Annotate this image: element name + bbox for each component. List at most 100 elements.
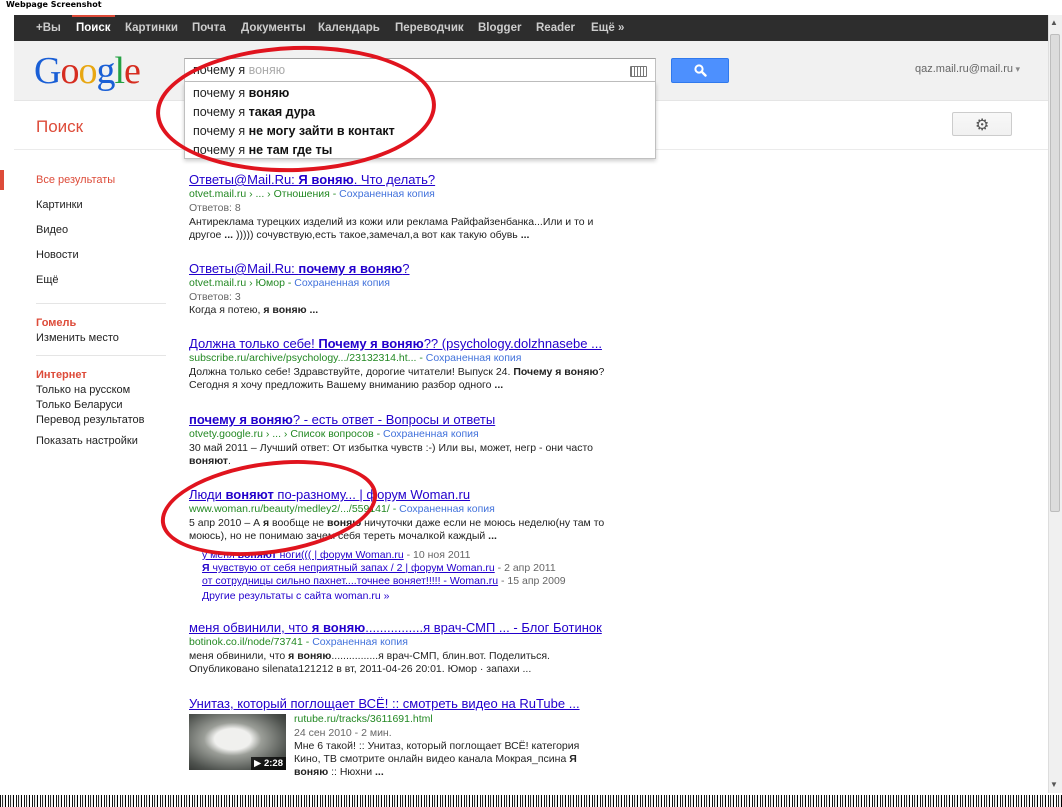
video-thumbnail[interactable]: ▶ 2:28 bbox=[189, 714, 286, 770]
result-title-bold: воняют bbox=[225, 487, 274, 502]
suggestion-item[interactable]: почему я такая дура bbox=[193, 105, 315, 119]
result-snippet: Антиреклама турецких изделий из кожи или… bbox=[189, 216, 609, 242]
result-title-bold: Я воняю bbox=[298, 172, 354, 187]
autocomplete-dropdown: почему я воняю почему я такая дура почем… bbox=[184, 82, 656, 159]
result-title-part: ? bbox=[402, 261, 410, 276]
sitelink-date: - 10 ноя 2011 bbox=[403, 549, 471, 561]
sitelink-part: ноги((( | форум Woman.ru bbox=[276, 549, 404, 561]
result-url-text: otvety.google.ru › ... › Список вопросов bbox=[189, 428, 374, 440]
cached-copy-link[interactable]: Сохраненная копия bbox=[294, 277, 390, 289]
topnav-calendar[interactable]: Календарь bbox=[318, 15, 380, 41]
topnav-blogger[interactable]: Blogger bbox=[478, 15, 521, 41]
location-heading: Гомель bbox=[36, 317, 77, 329]
result-url-text: botinok.co.il/node/73741 bbox=[189, 636, 303, 648]
sitelink[interactable]: Я чувствую от себя неприятный запах / 2 … bbox=[202, 562, 495, 574]
result-url: otvety.google.ru › ... › Список вопросов… bbox=[189, 428, 479, 440]
suggestion-completion: не там где ты bbox=[248, 143, 333, 157]
sitelink-part: у меня bbox=[202, 549, 238, 561]
result-title-link[interactable]: Ответы@Mail.Ru: Я воняю. Что делать? bbox=[189, 172, 435, 187]
show-settings-link[interactable]: Показать настройки bbox=[36, 435, 138, 447]
snippet-part: Когда я потею, bbox=[189, 304, 264, 316]
result-snippet: меня обвинили, что я воняю..............… bbox=[189, 650, 619, 676]
snippet-part: меня обвинили, что bbox=[189, 650, 289, 662]
cached-copy-link[interactable]: Сохраненная копия bbox=[339, 188, 435, 200]
search-query-hint: воняю bbox=[248, 63, 286, 77]
result-title-link[interactable]: Ответы@Mail.Ru: почему я воняю? bbox=[189, 261, 410, 276]
result-title-link[interactable]: почему я воняю? - есть ответ - Вопросы и… bbox=[189, 412, 495, 427]
result-snippet: Должна только себе! Здравствуйте, дороги… bbox=[189, 366, 609, 392]
nav-divider bbox=[36, 303, 166, 304]
cached-copy-link[interactable]: Сохраненная копия bbox=[383, 428, 479, 440]
topnav-images[interactable]: Картинки bbox=[125, 15, 178, 41]
sitelink[interactable]: от сотрудницы сильно пахнет....точнее во… bbox=[202, 575, 498, 587]
suggestion-prefix: почему я bbox=[193, 143, 249, 157]
result-title-part: ?? (psychology.dolzhnasebe ... bbox=[423, 336, 602, 351]
result-title-link[interactable]: Унитаз, который поглощает ВСЁ! :: смотре… bbox=[189, 696, 580, 711]
cached-copy-link[interactable]: Сохраненная копия bbox=[399, 503, 495, 515]
search-input[interactable]: почему я воняю bbox=[184, 58, 656, 82]
filter-belarus-only[interactable]: Только Беларуси bbox=[36, 399, 123, 411]
suggestion-item[interactable]: почему я воняю bbox=[193, 86, 289, 100]
sitelink[interactable]: у меня воняют ноги((( | форум Woman.ru bbox=[202, 549, 404, 561]
scroll-up-arrow-icon[interactable]: ▲ bbox=[1050, 18, 1058, 27]
result-title-bold: почему я воняю bbox=[189, 412, 293, 427]
settings-button[interactable]: ⚙ bbox=[952, 112, 1012, 136]
search-query-text: почему я воняю bbox=[193, 63, 285, 77]
filter-heading[interactable]: Интернет bbox=[36, 369, 87, 381]
nav-video[interactable]: Видео bbox=[36, 224, 68, 236]
top-nav-bar: +Вы Поиск Картинки Почта Документы Кален… bbox=[14, 15, 1048, 41]
topnav-more[interactable]: Ещё » bbox=[591, 15, 624, 41]
nav-all-results[interactable]: Все результаты bbox=[36, 174, 115, 186]
result-title-link[interactable]: меня обвинили, что я воняю..............… bbox=[189, 620, 602, 635]
suggestion-prefix: почему я bbox=[193, 86, 249, 100]
filter-russian-only[interactable]: Только на русском bbox=[36, 384, 130, 396]
scroll-down-arrow-icon[interactable]: ▼ bbox=[1050, 780, 1058, 789]
result-meta: 24 сен 2010 - 2 мин. bbox=[294, 727, 392, 739]
more-from-site-item: Другие результаты с сайта woman.ru » bbox=[202, 590, 389, 602]
topnav-plus-you[interactable]: +Вы bbox=[36, 15, 61, 41]
cached-copy-link[interactable]: Сохраненная копия bbox=[426, 352, 522, 364]
suggestion-item[interactable]: почему я не могу зайти в контакт bbox=[193, 124, 395, 138]
snippet-part: вообще не bbox=[269, 517, 328, 529]
filter-translated[interactable]: Перевод результатов bbox=[36, 414, 144, 426]
nav-images[interactable]: Картинки bbox=[36, 199, 83, 211]
result-url: rutube.ru/tracks/3611691.html bbox=[294, 713, 433, 725]
result-title-part: Люди bbox=[189, 487, 226, 502]
result-url: www.woman.ru/beauty/medley2/.../559141/ … bbox=[189, 503, 495, 515]
topnav-reader[interactable]: Reader bbox=[536, 15, 575, 41]
result-title-part: ? - есть ответ - Вопросы и ответы bbox=[292, 412, 496, 427]
snippet-part: Опубликовано silenata121212 в вт, 2011-0… bbox=[189, 663, 532, 675]
result-url: subscribe.ru/archive/psychology.../23132… bbox=[189, 352, 522, 364]
topnav-documents[interactable]: Документы bbox=[241, 15, 306, 41]
scrollbar-thumb[interactable] bbox=[1050, 34, 1060, 512]
more-from-site-link[interactable]: Другие результаты с сайта woman.ru » bbox=[202, 590, 389, 602]
sitelink-item: Я чувствую от себя неприятный запах / 2 … bbox=[202, 562, 556, 574]
topnav-translate[interactable]: Переводчик bbox=[395, 15, 464, 41]
result-url-text: otvet.mail.ru › Юмор bbox=[189, 277, 285, 289]
topnav-mail[interactable]: Почта bbox=[192, 15, 226, 41]
sitelink-date: - 2 апр 2011 bbox=[494, 562, 556, 574]
snippet-bold: Почему я воняю bbox=[513, 366, 599, 378]
cached-copy-link[interactable]: Сохраненная копия bbox=[312, 636, 408, 648]
sitelink-date: - 15 апр 2009 bbox=[498, 575, 566, 587]
account-menu[interactable]: qaz.mail.ru@mail.ru bbox=[915, 63, 1020, 75]
keyboard-icon[interactable] bbox=[630, 66, 647, 77]
snippet-bold: ... bbox=[375, 766, 384, 778]
result-title-link[interactable]: Люди воняют по-разному... | форум Woman.… bbox=[189, 487, 470, 502]
change-location-link[interactable]: Изменить место bbox=[36, 332, 119, 344]
result-title-part: Должна только себе! bbox=[189, 336, 319, 351]
snippet-bold: воняют bbox=[189, 455, 229, 467]
nav-more[interactable]: Ещё bbox=[36, 274, 59, 286]
snippet-part: Должна только себе! Здравствуйте, дороги… bbox=[189, 366, 514, 378]
nav-news[interactable]: Новости bbox=[36, 249, 79, 261]
search-icon bbox=[694, 64, 707, 77]
snippet-bold: воняю bbox=[327, 517, 362, 529]
topnav-search[interactable]: Поиск bbox=[72, 15, 114, 41]
google-logo[interactable]: Google bbox=[34, 49, 141, 93]
snippet-bold: я воняю ... bbox=[263, 304, 319, 316]
sitelink-item: от сотрудницы сильно пахнет....точнее во… bbox=[202, 575, 566, 587]
snippet-bold: ... bbox=[488, 530, 497, 542]
result-title-link[interactable]: Должна только себе! Почему я воняю?? (ps… bbox=[189, 336, 602, 351]
search-button[interactable] bbox=[671, 58, 729, 83]
suggestion-item[interactable]: почему я не там где ты bbox=[193, 143, 332, 157]
